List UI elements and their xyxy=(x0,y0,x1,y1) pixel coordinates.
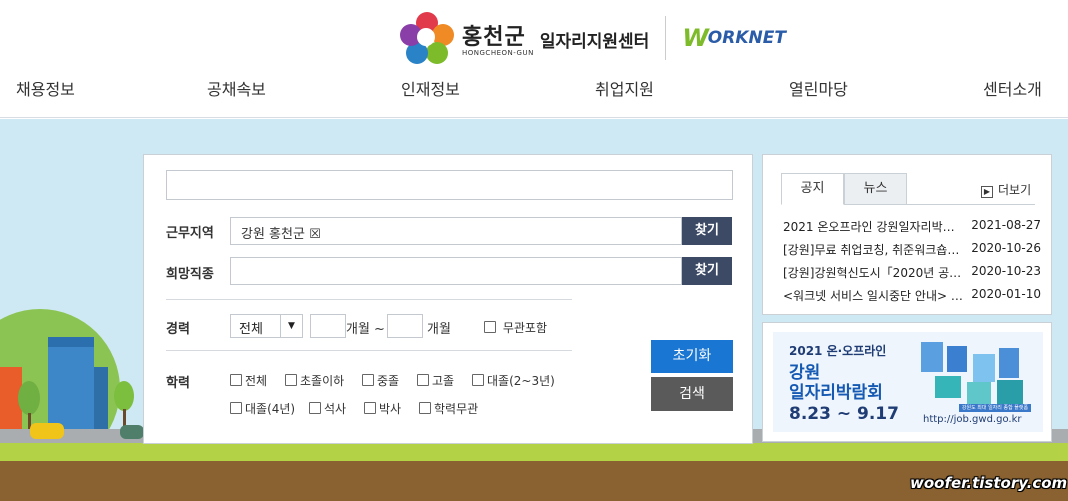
edu-option-doctor[interactable]: 박사 xyxy=(364,400,401,417)
logo-title: 홍천군 xyxy=(462,25,526,50)
nav-item-center-intro[interactable]: 센터소개 xyxy=(983,76,1042,100)
edu-option-middle[interactable]: 중졸 xyxy=(362,372,399,389)
education-label: 학력 xyxy=(166,376,190,391)
checkbox-icon[interactable] xyxy=(362,374,374,386)
search-button[interactable]: 검색 xyxy=(651,377,733,411)
checkbox-icon[interactable] xyxy=(364,402,376,414)
banner-tagline: 강원도 최대 일자리 종합 플랫폼 xyxy=(959,404,1031,412)
building-side xyxy=(94,367,108,429)
region-find-button[interactable]: 찾기 xyxy=(682,217,732,245)
banner-container: 2021 온·오프라인 강원 일자리박람회 8.23 ~ 9.17 강원도 최대… xyxy=(762,322,1052,442)
checkbox-icon[interactable] xyxy=(309,402,321,414)
region-value[interactable]: 강원 홍천군 ☒ xyxy=(241,227,321,242)
divider xyxy=(166,299,572,300)
nav-item-open-forum[interactable]: 열린마당 xyxy=(789,76,848,100)
career-max-input[interactable] xyxy=(387,314,423,338)
building-blue xyxy=(48,337,94,429)
reset-button[interactable]: 초기화 xyxy=(651,340,733,373)
hongcheon-logo[interactable]: 홍천군 HONGCHEON-GUN 일자리지원센터 W ORKNET xyxy=(400,10,786,66)
notice-title[interactable]: 2021 온오프라인 강원일자리박람회 xyxy=(783,218,963,235)
more-link[interactable]: ▶ 더보기 xyxy=(981,181,1031,198)
site-header: 홍천군 HONGCHEON-GUN 일자리지원센터 W ORKNET 채용정보 … xyxy=(0,0,1068,118)
edu-option-any[interactable]: 학력무관 xyxy=(419,400,478,417)
tree xyxy=(18,381,40,415)
worknet-w: W xyxy=(682,24,709,52)
job-type-find-button[interactable]: 찾기 xyxy=(682,257,732,285)
checkbox-icon[interactable] xyxy=(230,374,242,386)
notice-title[interactable]: <워크넷 서비스 일시중단 안내> - 1월 11일 xyxy=(783,287,963,304)
banner-line1: 2021 온·오프라인 xyxy=(789,344,887,358)
job-fair-3d-letters-graphic xyxy=(921,342,1023,404)
notice-date: 2020-10-23 xyxy=(971,264,1041,278)
career-unit-from: 개월 ~ xyxy=(346,322,385,337)
tree xyxy=(114,381,134,411)
worknet-logo[interactable]: W ORKNET xyxy=(682,24,786,52)
nav-item-jobs[interactable]: 채용정보 xyxy=(16,76,75,100)
edu-option-master[interactable]: 석사 xyxy=(309,400,346,417)
watermark: woofer.tistory.com xyxy=(910,474,1068,492)
banner-line3: 일자리박람회 xyxy=(789,383,883,403)
chevron-down-icon[interactable]: ▼ xyxy=(280,315,302,337)
edu-option-all[interactable]: 전체 xyxy=(230,372,267,389)
nav-item-public-jobs[interactable]: 공채속보 xyxy=(207,76,266,100)
job-fair-banner[interactable]: 2021 온·오프라인 강원 일자리박람회 8.23 ~ 9.17 강원도 최대… xyxy=(773,332,1043,432)
notice-item[interactable]: [강원]강원혁신도시「2020년 공공기관 채용설명회」 2020-10-23 xyxy=(783,264,1041,280)
banner-date: 8.23 ~ 9.17 xyxy=(789,404,899,424)
edu-option-university[interactable]: 대졸(4년) xyxy=(230,400,295,417)
notice-date: 2021-08-27 xyxy=(971,218,1041,232)
nav-item-talent[interactable]: 인재정보 xyxy=(401,76,460,100)
region-label: 근무지역 xyxy=(166,226,214,241)
checkbox-icon[interactable] xyxy=(484,321,496,333)
edu-option-high[interactable]: 고졸 xyxy=(417,372,454,389)
worknet-text: ORKNET xyxy=(707,28,786,48)
logo-subtitle: HONGCHEON-GUN xyxy=(462,49,534,57)
hongcheon-flower-emblem xyxy=(400,12,456,64)
notice-title[interactable]: [강원]강원혁신도시「2020년 공공기관 채용설명회」 xyxy=(783,264,963,281)
notice-item[interactable]: [강원]무료 취업코칭, 취준워크숍 참가자 모집 2020-10-26 xyxy=(783,241,1041,257)
green-car xyxy=(120,425,144,439)
checkbox-icon[interactable] xyxy=(230,402,242,414)
banner-url: http://job.gwd.go.kr xyxy=(923,414,1022,425)
job-type-field[interactable] xyxy=(230,257,682,285)
keyword-input[interactable] xyxy=(166,170,733,200)
notice-date: 2020-10-26 xyxy=(971,241,1041,255)
career-unit-to: 개월 xyxy=(427,322,451,337)
job-search-panel: 근무지역 강원 홍천군 ☒ 찾기 희망직종 찾기 경력 전체 ▼ 개월 ~ 개월… xyxy=(143,154,753,444)
nav-item-employment-support[interactable]: 취업지원 xyxy=(595,76,654,100)
job-type-label: 희망직종 xyxy=(166,267,214,282)
region-field[interactable]: 강원 홍천군 ☒ xyxy=(230,217,682,245)
notice-date: 2020-01-10 xyxy=(971,287,1041,301)
checkbox-icon[interactable] xyxy=(417,374,429,386)
ground xyxy=(0,461,1068,501)
notice-item[interactable]: <워크넷 서비스 일시중단 안내> - 1월 11일 2020-01-10 xyxy=(783,287,1041,303)
notice-item[interactable]: 2021 온오프라인 강원일자리박람회 2021-08-27 xyxy=(783,218,1041,234)
logo-center-name: 일자리지원센터 xyxy=(539,31,650,52)
career-select[interactable]: 전체 ▼ xyxy=(230,314,303,338)
career-any-checkbox[interactable]: 무관포함 xyxy=(484,319,547,336)
notice-panel: 공지 뉴스 ▶ 더보기 2021 온오프라인 강원일자리박람회 2021-08-2… xyxy=(762,154,1052,315)
yellow-car xyxy=(30,423,64,439)
chevron-right-icon[interactable]: ▶ xyxy=(981,186,993,198)
divider xyxy=(166,350,572,351)
checkbox-icon[interactable] xyxy=(472,374,484,386)
career-select-value: 전체 xyxy=(239,322,263,337)
tab-notice[interactable]: 공지 xyxy=(781,173,844,205)
logo-divider xyxy=(665,16,667,60)
career-label: 경력 xyxy=(166,322,190,337)
grass xyxy=(0,443,1068,461)
career-min-input[interactable] xyxy=(310,314,346,338)
edu-option-elementary[interactable]: 초졸이하 xyxy=(285,372,344,389)
main-nav: 채용정보 공채속보 인재정보 취업지원 열린마당 센터소개 xyxy=(0,76,1068,102)
checkbox-icon[interactable] xyxy=(285,374,297,386)
edu-option-college[interactable]: 대졸(2~3년) xyxy=(472,372,555,389)
tab-news[interactable]: 뉴스 xyxy=(844,173,907,205)
notice-title[interactable]: [강원]무료 취업코칭, 취준워크숍 참가자 모집 xyxy=(783,241,963,258)
checkbox-icon[interactable] xyxy=(419,402,431,414)
